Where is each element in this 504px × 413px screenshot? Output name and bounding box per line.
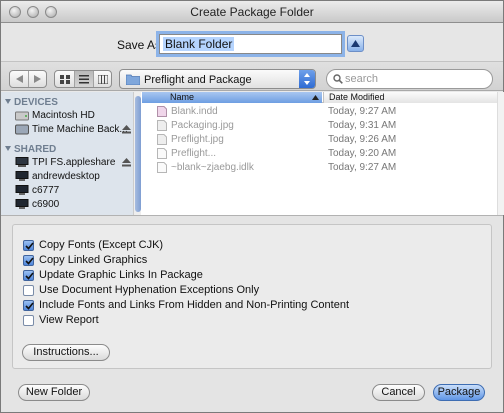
eject-icon[interactable] [122,125,131,134]
sidebar: DEVICES Macintosh HD Time Machine Back..… [1,92,141,215]
back-forward-control [9,70,47,88]
sidebar-item-c6900[interactable]: c6900 [15,198,133,212]
checkbox-checked-icon[interactable] [23,299,34,311]
checkbox-checked-icon[interactable] [23,239,34,251]
sidebar-devices-header[interactable]: DEVICES [5,97,58,108]
location-name: Preflight and Package [144,74,252,86]
checkbox-checked-icon[interactable] [23,254,34,266]
save-as-panel: Save As: Blank Folder [1,23,503,61]
file-row[interactable]: Preflight... Today, 9:20 AM [142,147,497,160]
back-button[interactable] [10,71,28,87]
sidebar-item-andrewdesktop[interactable]: andrewdesktop [15,170,133,184]
sidebar-item-time-machine[interactable]: Time Machine Back... [15,123,133,137]
browser-toolbar: Preflight and Package [1,61,503,91]
title-bar[interactable]: Create Package Folder [1,1,503,23]
computer-icon [15,199,29,209]
sidebar-scroll-thumb[interactable] [135,96,141,212]
view-mode-control [54,70,112,88]
computer-icon [15,171,29,181]
date-modified-column-header[interactable]: Date Modified [323,92,497,103]
include-hidden-content-checkbox[interactable]: Include Fonts and Links From Hidden and … [23,298,349,312]
cancel-button[interactable]: Cancel [372,384,425,401]
create-package-folder-dialog: Create Package Folder Save As: Blank Fol… [0,0,504,413]
sidebar-item-c6777[interactable]: c6777 [15,184,133,198]
file-list: Name Date Modified Blank.indd Today, 9:27… [142,92,504,215]
sidebar-item-tpi-fs[interactable]: TPI FS.appleshare [15,156,133,170]
list-view-button[interactable] [74,71,93,87]
package-options-panel: Copy Fonts (Except CJK) Copy Linked Grap… [1,215,503,375]
checkbox-unchecked-icon[interactable] [23,284,34,296]
location-popup[interactable]: Preflight and Package [119,69,316,89]
dialog-button-bar: New Folder Cancel Package [1,375,503,412]
name-column-header[interactable]: Name [142,92,322,103]
hyphenation-exceptions-checkbox[interactable]: Use Document Hyphenation Exceptions Only [23,283,259,297]
checkbox-unchecked-icon[interactable] [23,314,34,326]
view-report-checkbox[interactable]: View Report [23,313,99,327]
file-row[interactable]: Packaging.jpg Today, 9:31 AM [142,119,497,132]
file-row[interactable]: Preflight.jpg Today, 9:26 AM [142,133,497,146]
file-list-header: Name Date Modified [142,92,497,103]
save-as-value[interactable]: Blank Folder [163,37,235,51]
location-chevron-icon [299,70,315,88]
search-field[interactable] [326,69,493,89]
indesign-file-icon [157,106,167,117]
sidebar-shared-header[interactable]: SHARED [5,144,56,155]
disclosure-triangle-icon [5,99,11,104]
instructions-button[interactable]: Instructions... [22,344,110,361]
column-view-icon [97,74,108,84]
save-as-input[interactable]: Blank Folder [159,34,342,54]
forward-arrow-icon [34,75,42,83]
image-file-icon [157,134,167,145]
back-arrow-icon [15,75,23,83]
sidebar-scrollbar[interactable] [133,92,141,215]
file-browser: DEVICES Macintosh HD Time Machine Back..… [1,92,504,215]
search-icon [333,74,343,84]
copy-linked-graphics-checkbox[interactable]: Copy Linked Graphics [23,253,147,267]
save-as-label: Save As: [117,38,165,52]
file-row[interactable]: ~blank~zjaebg.idlk Today, 9:27 AM [142,161,497,174]
window-title: Create Package Folder [190,5,314,19]
file-row[interactable]: Blank.indd Today, 9:27 AM [142,105,497,118]
document-icon [157,148,167,159]
collapse-browser-button[interactable] [347,35,364,52]
icon-view-button[interactable] [55,71,74,87]
search-input[interactable] [345,73,485,85]
triangle-up-icon [351,40,360,47]
folder-icon [126,74,140,85]
icon-view-icon [59,74,70,84]
sort-ascending-icon [312,95,319,100]
new-folder-button[interactable]: New Folder [18,384,90,401]
list-view-icon [79,74,89,83]
computer-icon [15,185,29,195]
copy-fonts-checkbox[interactable]: Copy Fonts (Except CJK) [23,238,163,252]
hard-drive-icon [15,111,29,121]
external-drive-icon [15,124,29,135]
disclosure-triangle-icon [5,146,11,151]
checkbox-checked-icon[interactable] [23,269,34,281]
update-graphic-links-checkbox[interactable]: Update Graphic Links In Package [23,268,203,282]
sidebar-item-macintosh-hd[interactable]: Macintosh HD [15,109,133,123]
document-icon [157,162,167,173]
file-list-scrollbar[interactable] [497,92,504,215]
eject-icon[interactable] [122,158,131,167]
forward-button[interactable] [28,71,46,87]
column-view-button[interactable] [93,71,111,87]
network-server-icon [15,157,29,167]
package-button[interactable]: Package [433,384,485,401]
package-options-box: Copy Fonts (Except CJK) Copy Linked Grap… [12,224,492,369]
image-file-icon [157,120,167,131]
